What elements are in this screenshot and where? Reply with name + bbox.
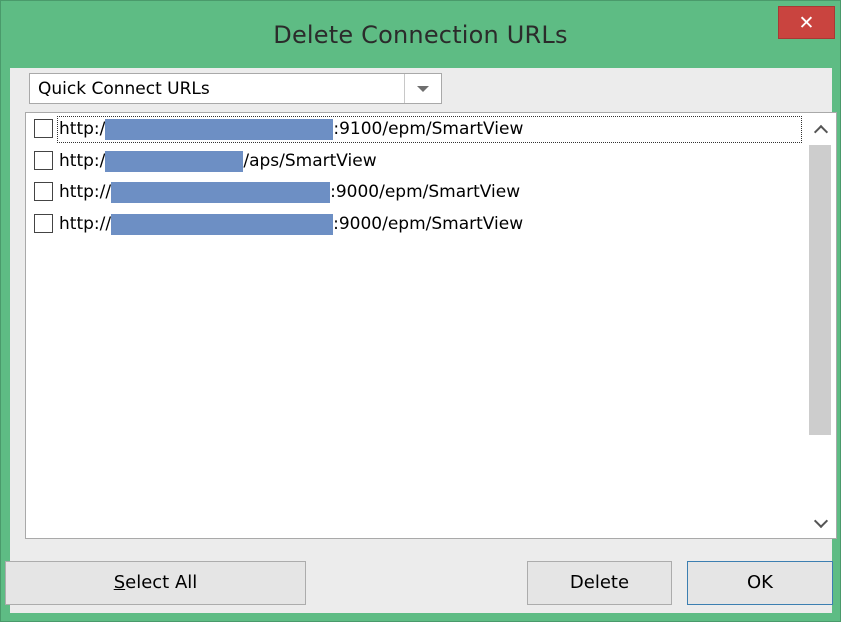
url-checkbox[interactable]	[34, 151, 53, 170]
dropdown-selected-value: Quick Connect URLs	[38, 79, 210, 99]
redacted-host	[111, 182, 331, 203]
url-checkbox[interactable]	[34, 182, 53, 201]
scroll-up-button[interactable]	[806, 114, 834, 142]
url-text: http://aps/SmartView	[59, 151, 377, 172]
scroll-down-button[interactable]	[806, 509, 834, 537]
list-item[interactable]: http://aps/SmartView	[26, 147, 806, 176]
chevron-up-icon	[813, 124, 829, 140]
chevron-down-icon[interactable]	[404, 74, 441, 103]
chevron-down-icon	[813, 513, 829, 529]
redacted-host	[105, 151, 244, 172]
dialog-title: Delete Connection URLs	[273, 21, 568, 49]
redacted-host	[111, 214, 334, 235]
close-icon: ✕	[798, 12, 815, 34]
url-text: http:/:9100/epm/SmartView	[59, 119, 524, 140]
dialog-window: Delete Connection URLs ✕ Quick Connect U…	[0, 0, 841, 622]
dialog-client-area: Quick Connect URLs http:/:9100/epm/Smart…	[5, 68, 837, 613]
close-button[interactable]: ✕	[778, 6, 835, 39]
list-item[interactable]: http://:9000/epm/SmartView	[26, 178, 806, 207]
url-list[interactable]: http:/:9100/epm/SmartView http://aps/Sma…	[25, 112, 837, 539]
url-type-dropdown[interactable]: Quick Connect URLs	[29, 73, 442, 104]
url-checkbox[interactable]	[34, 214, 53, 233]
select-all-label-rest: elect All	[125, 572, 198, 593]
vertical-scrollbar[interactable]	[806, 114, 834, 537]
redacted-host	[105, 119, 334, 140]
scroll-thumb[interactable]	[809, 145, 831, 435]
list-item[interactable]: http://:9000/epm/SmartView	[26, 210, 806, 239]
list-item[interactable]: http:/:9100/epm/SmartView	[26, 115, 806, 144]
select-all-mnemonic: S	[113, 572, 126, 593]
ok-button[interactable]: OK	[687, 561, 833, 605]
url-text: http://:9000/epm/SmartView	[59, 214, 524, 235]
delete-button[interactable]: Delete	[527, 561, 672, 605]
select-all-button[interactable]: Select All	[5, 561, 306, 605]
url-text: http://:9000/epm/SmartView	[59, 182, 521, 203]
url-checkbox[interactable]	[34, 119, 53, 138]
